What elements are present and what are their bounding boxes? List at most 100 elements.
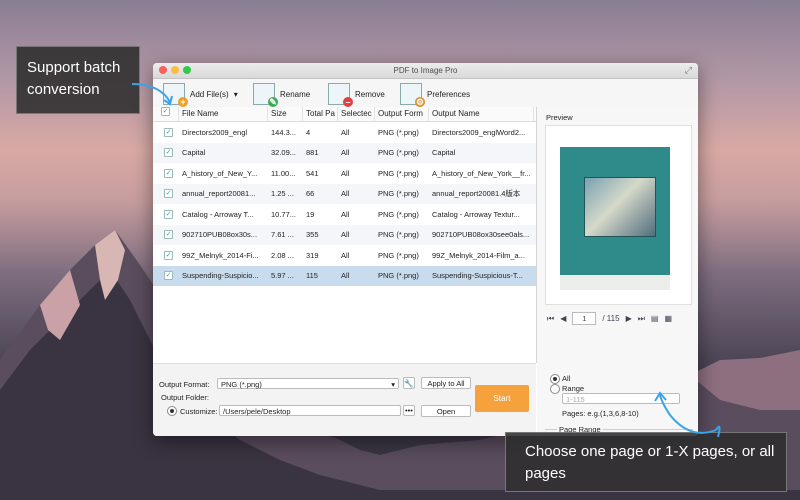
selected-pages: All bbox=[341, 127, 350, 137]
table-row[interactable]: ✓ 902710PUB08ox30s... 7.61 ... 355 All P… bbox=[153, 224, 536, 245]
column-header[interactable]: Selectec bbox=[338, 107, 375, 121]
row-checkbox[interactable]: ✓ bbox=[153, 250, 179, 260]
format-settings-button[interactable]: 🔧 bbox=[403, 377, 415, 389]
selected-pages: All bbox=[341, 271, 350, 281]
dropdown-arrow-icon[interactable]: ▾ bbox=[234, 90, 238, 99]
customize-label: Customize: bbox=[180, 407, 218, 416]
arrow-icon bbox=[654, 391, 721, 438]
close-window-button[interactable] bbox=[159, 66, 167, 74]
output-name: Suspending-Suspicious-T... bbox=[432, 271, 523, 281]
file-name: 902710PUB08ox30s... bbox=[182, 230, 258, 240]
total-pages: 541 bbox=[306, 168, 319, 178]
column-header[interactable]: Output Name bbox=[429, 107, 534, 121]
output-format-label: Output Format: bbox=[159, 380, 210, 389]
row-checkbox[interactable]: ✓ bbox=[153, 209, 179, 219]
output-name: 99Z_Melnyk_2014-Film_a... bbox=[432, 250, 525, 260]
last-page-icon[interactable]: ⏭ bbox=[638, 314, 645, 324]
selected-pages: All bbox=[341, 168, 350, 178]
rename-button[interactable]: ✎ Rename bbox=[253, 83, 311, 107]
total-pages: 19 bbox=[306, 209, 315, 219]
column-header[interactable]: File Name bbox=[179, 107, 268, 121]
file-size: 32.09... bbox=[271, 148, 297, 158]
output-name: Capital bbox=[432, 148, 456, 158]
fullscreen-icon[interactable]: ⤢ bbox=[685, 63, 692, 78]
output-name: Directors2009_englWord2... bbox=[432, 127, 526, 137]
preview-frame bbox=[545, 125, 692, 305]
rename-label: Rename bbox=[280, 89, 311, 99]
column-header[interactable]: Size bbox=[268, 107, 303, 121]
page-icon[interactable]: ▤ bbox=[651, 314, 659, 323]
wrench-icon: 🔧 bbox=[404, 379, 414, 388]
browse-folder-button[interactable]: ••• bbox=[403, 405, 415, 416]
row-checkbox[interactable]: ✓ bbox=[153, 127, 179, 137]
minimize-window-button[interactable] bbox=[171, 66, 179, 74]
output-format: PNG (*.png) bbox=[378, 168, 419, 178]
preferences-icon: ⚙ bbox=[400, 83, 425, 107]
window-title: PDF to Image Pro bbox=[393, 66, 458, 75]
file-size: 5.97 ... bbox=[271, 271, 294, 281]
preferences-label: Preferences bbox=[427, 89, 471, 99]
output-format: PNG (*.png) bbox=[378, 209, 419, 219]
start-button[interactable]: Start bbox=[475, 385, 529, 412]
page-number-input[interactable]: 1 bbox=[572, 312, 597, 325]
total-pages: 319 bbox=[306, 250, 319, 260]
file-size: 1.25 ... bbox=[271, 189, 294, 199]
file-size: 11.00... bbox=[271, 168, 296, 178]
table-row-selected[interactable]: ✓ Suspending-Suspicio... 5.97 ... 115 Al… bbox=[153, 265, 536, 286]
output-name: A_history_of_New_York__fr... bbox=[432, 168, 531, 178]
page-range-all-radio[interactable] bbox=[550, 374, 560, 384]
file-name: annual_report20081... bbox=[182, 189, 256, 199]
table-row[interactable]: ✓ Catalog - Arroway T... 10.77... 19 All… bbox=[153, 204, 536, 225]
open-folder-button[interactable]: Open bbox=[421, 405, 471, 417]
table-row[interactable]: ✓ A_history_of_New_Y... 11.00... 541 All… bbox=[153, 163, 536, 184]
title-bar: PDF to Image Pro ⤢ bbox=[153, 63, 698, 79]
add-files-label: Add File(s) bbox=[190, 89, 229, 99]
row-checkbox[interactable]: ✓ bbox=[153, 271, 179, 281]
output-settings-panel: Output Format: PNG (*.png) ▾ 🔧 Apply to … bbox=[153, 363, 536, 436]
file-name: Directors2009_engl bbox=[182, 127, 248, 137]
row-checkbox[interactable]: ✓ bbox=[153, 168, 179, 178]
row-checkbox[interactable]: ✓ bbox=[153, 148, 179, 158]
table-row[interactable]: ✓ 99Z_Melnyk_2014-Fi... 2.08 ... 319 All… bbox=[153, 245, 536, 266]
remove-label: Remove bbox=[355, 89, 385, 99]
column-header[interactable]: Total Pa bbox=[303, 107, 338, 121]
total-pages: 4 bbox=[306, 127, 311, 137]
table-header: ✓ File Name Size Total Pa Selectec Outpu… bbox=[153, 107, 536, 122]
output-format: PNG (*.png) bbox=[378, 271, 419, 281]
selected-pages: All bbox=[341, 209, 350, 219]
output-name: annual_report20081.4版本 bbox=[432, 189, 521, 199]
total-pages: 115 bbox=[306, 271, 318, 281]
page-settings-icon[interactable]: ▦ bbox=[664, 314, 672, 323]
table-row[interactable]: ✓ Directors2009_engl 144.3... 4 All PNG … bbox=[153, 122, 536, 143]
remove-icon: – bbox=[328, 83, 353, 107]
next-page-icon[interactable]: ▶ bbox=[626, 314, 632, 323]
page-range-range-radio[interactable] bbox=[550, 384, 560, 394]
file-size: 2.08 ... bbox=[271, 250, 294, 260]
preferences-button[interactable]: ⚙ Preferences bbox=[400, 83, 471, 107]
output-folder-label: Output Folder: bbox=[161, 393, 209, 402]
first-page-icon[interactable]: ⏮ bbox=[547, 314, 554, 324]
app-window: PDF to Image Pro ⤢ + Add File(s) ▾ ✎ Ren… bbox=[153, 63, 698, 436]
column-header[interactable]: Output Form bbox=[375, 107, 429, 121]
row-checkbox[interactable]: ✓ bbox=[153, 189, 179, 199]
output-path-field[interactable]: /Users/pele/Desktop bbox=[219, 405, 401, 416]
row-checkbox[interactable]: ✓ bbox=[153, 230, 179, 240]
page-photo bbox=[584, 177, 656, 237]
output-format-select[interactable]: PNG (*.png) ▾ bbox=[217, 378, 399, 389]
chevron-down-icon: ▾ bbox=[391, 380, 395, 389]
customize-radio[interactable] bbox=[167, 406, 177, 416]
file-size: 144.3... bbox=[271, 127, 297, 137]
file-name: A_history_of_New_Y... bbox=[182, 168, 258, 178]
remove-button[interactable]: – Remove bbox=[328, 83, 385, 107]
previous-page-icon[interactable]: ◀ bbox=[560, 314, 566, 323]
table-row[interactable]: ✓ annual_report20081... 1.25 ... 66 All … bbox=[153, 183, 536, 204]
rename-icon: ✎ bbox=[253, 83, 278, 107]
file-name: Suspending-Suspicio... bbox=[182, 271, 259, 281]
apply-to-all-button[interactable]: Apply to All bbox=[421, 377, 471, 389]
output-format: PNG (*.png) bbox=[378, 127, 419, 137]
output-name: Catalog - Arroway Textur... bbox=[432, 209, 520, 219]
table-row[interactable]: ✓ Capital 32.09... 881 All PNG (*.png) C… bbox=[153, 142, 536, 163]
output-format: PNG (*.png) bbox=[378, 250, 419, 260]
page-range-callout: Choose one page or 1-X pages, or all pag… bbox=[505, 432, 787, 492]
zoom-window-button[interactable] bbox=[183, 66, 191, 74]
